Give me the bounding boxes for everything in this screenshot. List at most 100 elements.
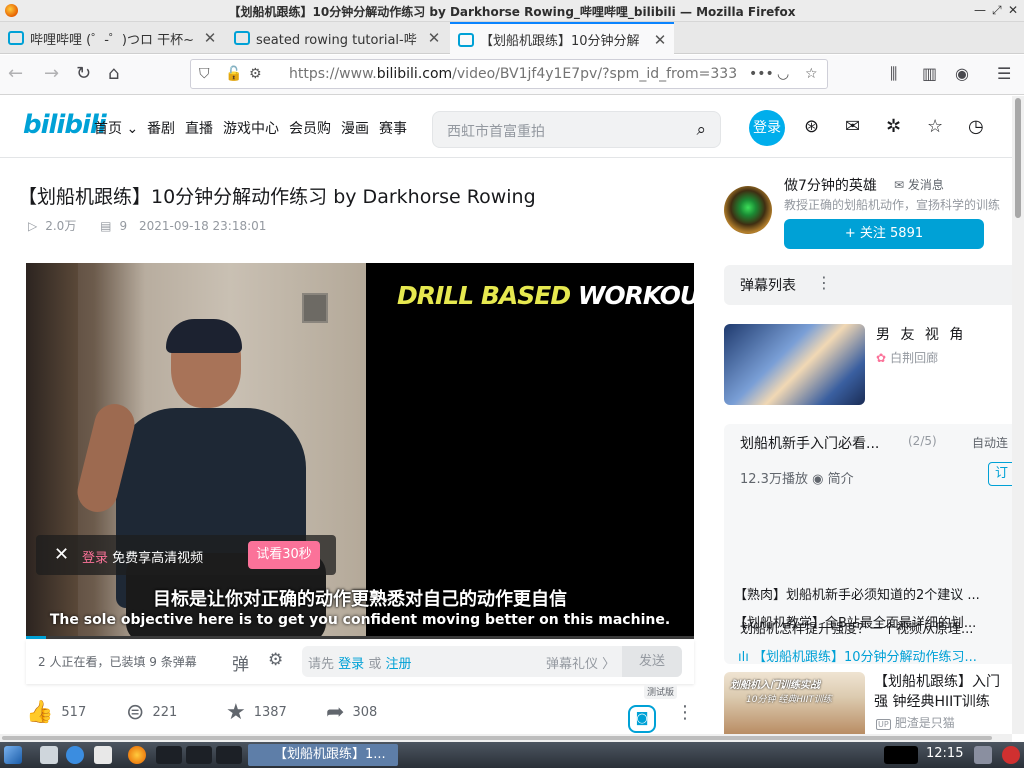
share-arrow-icon: ➦ [326, 700, 345, 725]
more-options-icon[interactable]: ⋮ [676, 702, 694, 723]
firefox-launcher-icon[interactable] [128, 746, 146, 764]
close-window-icon[interactable]: ✕ [1008, 3, 1018, 17]
search-icon[interactable]: ⌕ [696, 120, 706, 140]
close-icon[interactable]: ✕ [54, 544, 69, 565]
permissions-icon[interactable]: ⚙ [249, 66, 262, 82]
search-input[interactable]: 西虹市首富重拍 [447, 121, 545, 141]
danmaku-register-link[interactable]: 注册 [385, 657, 411, 672]
popup-text: 免费享高清视频 [112, 551, 204, 566]
recommend-title[interactable]: 【划船机跟练】入门强 钟经典HIIT训练 [874, 672, 1012, 712]
pocket-icon[interactable]: ◡ [777, 66, 789, 82]
uploader-avatar[interactable] [724, 186, 772, 234]
danmaku-bar: 2 人正在看，已装填 9 条弹幕 弹 ⚙ 请先 登录 或 注册 弹幕礼仪 〉 发… [26, 640, 694, 684]
network-icon[interactable] [974, 746, 992, 764]
collection-title[interactable]: 划船机新手入门必看... [740, 433, 879, 453]
like-button[interactable]: 👍 517 [26, 700, 86, 725]
recommend-thumbnail[interactable]: 划船机入门训练实战 10分钟 经典HIIT训练 [724, 672, 865, 734]
more-vertical-icon[interactable]: ⋮ [816, 273, 832, 292]
danmaku-input[interactable]: 请先 登录 或 注册 弹幕礼仪 〉 发送 [302, 646, 682, 677]
video-progress-bar[interactable] [26, 636, 694, 639]
danmaku-icon: ▤ [100, 219, 112, 233]
send-message-link[interactable]: ✉ 发消息 [894, 176, 944, 193]
desktop-icon[interactable] [94, 746, 112, 764]
horizontal-scrollbar[interactable] [0, 734, 1012, 742]
danmaku-login-link[interactable]: 登录 [338, 657, 364, 672]
coin-button[interactable]: ⊜ 221 [126, 700, 177, 725]
power-icon[interactable] [1002, 746, 1020, 764]
account-icon[interactable]: ◉ [955, 64, 969, 84]
search-box[interactable]: 西虹市首富重拍 ⌕ [432, 111, 721, 148]
scroll-thumb[interactable] [1015, 98, 1021, 218]
close-tab-icon[interactable]: ✕ [426, 29, 442, 47]
ad-thumbnail[interactable] [724, 324, 865, 405]
vertical-scrollbar[interactable] [1012, 96, 1024, 734]
tab-seated-rowing-search[interactable]: seated rowing tutorial-哔 ✕ [226, 22, 448, 54]
file-manager-icon[interactable] [40, 746, 58, 764]
favorite-button[interactable]: ★ 1387 [226, 700, 287, 725]
forward-icon[interactable]: → [44, 64, 59, 84]
scroll-thumb[interactable] [2, 736, 992, 740]
nav-shop[interactable]: 会员购 [289, 118, 331, 138]
web-browser-icon[interactable] [66, 746, 84, 764]
video-player[interactable]: DRILL BASED WORKOUT ✕ 登录 免费享高清视频 试看30秒 目… [26, 263, 694, 638]
url-text[interactable]: https://www.bilibili.com/video/BV1jf4y1E… [289, 66, 739, 82]
lock-icon[interactable]: 🔓 [225, 66, 242, 82]
shield-icon[interactable]: ⛉ [199, 66, 210, 82]
start-menu-icon[interactable] [4, 746, 22, 764]
playing-icon: ılı [738, 650, 749, 665]
back-icon[interactable]: ← [8, 64, 23, 84]
tab-current-video[interactable]: 【划船机跟练】10分钟分解 ✕ [450, 22, 674, 55]
collection-item[interactable]: 划船机怎样提升强度？一个视频从原理... [740, 618, 1012, 637]
uploader-name[interactable]: 做7分钟的英雄 [784, 175, 877, 195]
view-count: 2.0万 [45, 219, 77, 233]
danmaku-etiquette-link[interactable]: 弹幕礼仪 〉 [546, 653, 615, 672]
ai-assistant-icon[interactable]: ◙ [628, 705, 656, 733]
intro-link[interactable]: 简介 [828, 472, 854, 487]
ad-title[interactable]: 男 友 视 角 [876, 324, 966, 344]
menu-icon[interactable]: ☰ [997, 64, 1011, 84]
nav-game-center[interactable]: 游戏中心 [223, 118, 279, 138]
close-tab-icon[interactable]: ✕ [202, 29, 218, 47]
login-button[interactable]: 登录 [749, 110, 785, 146]
nav-home[interactable]: 首页 ⌄ [94, 118, 138, 138]
favorites-icon[interactable]: ☆ [927, 116, 943, 137]
reload-icon[interactable]: ↻ [76, 64, 91, 84]
sidebar-icon[interactable]: ▥ [922, 64, 937, 84]
history-icon[interactable]: ◷ [968, 116, 984, 137]
nav-manga[interactable]: 漫画 [341, 118, 369, 138]
workspace-3[interactable] [216, 746, 242, 764]
nav-anime[interactable]: 番剧 [147, 118, 175, 138]
follow-button[interactable]: + 关注 5891 [784, 219, 984, 249]
taskbar-firefox-task[interactable]: 【划船机跟练】1... [248, 744, 398, 766]
library-icon[interactable]: ⫼ [890, 64, 897, 84]
bookmark-star-icon[interactable]: ☆ [805, 66, 818, 82]
nav-esports[interactable]: 赛事 [379, 118, 407, 138]
recommend-uploader[interactable]: UP 肥渣是只猫 [876, 714, 955, 731]
mail-icon: ✉ [894, 178, 905, 192]
subscribe-button[interactable]: 订 [988, 462, 1012, 486]
home-icon[interactable]: ⌂ [108, 64, 119, 84]
up-badge-icon: UP [876, 719, 891, 730]
nav-live[interactable]: 直播 [185, 118, 213, 138]
vip-icon[interactable]: ⊛ [804, 116, 819, 137]
trial-button[interactable]: 试看30秒 [248, 541, 320, 569]
tab-bilibili-home[interactable]: 哔哩哔哩 (゜-゜)つロ 干杯~ ✕ [0, 22, 224, 54]
maximize-icon[interactable]: ⤢ [992, 3, 1002, 18]
danmaku-settings-icon[interactable]: ⚙ [268, 650, 283, 670]
close-tab-icon[interactable]: ✕ [652, 31, 668, 49]
send-button[interactable]: 发送 [622, 646, 682, 677]
danmaku-list-panel[interactable]: 弹幕列表 ⋮ [724, 265, 1012, 305]
dynamic-icon[interactable]: ✲ [886, 116, 901, 137]
popup-login-link[interactable]: 登录 [82, 551, 108, 566]
url-bar[interactable]: ⛉ 🔓 ⚙ https://www.bilibili.com/video/BV1… [190, 59, 828, 89]
workspace-1[interactable] [156, 746, 182, 764]
autoplay-toggle[interactable]: 自动连 [972, 434, 1008, 451]
share-button[interactable]: ➦ 308 [326, 700, 377, 725]
message-icon[interactable]: ✉ [845, 116, 860, 137]
page-actions-icon[interactable]: ••• [749, 66, 774, 82]
collection-item-current[interactable]: ılı 【划船机跟练】10分钟分解动作练习... [738, 646, 1012, 665]
minimize-icon[interactable]: — [974, 3, 986, 17]
collection-item[interactable]: 【熟肉】划船机新手必须知道的2个建议 ... [734, 584, 1012, 603]
workspace-2[interactable] [186, 746, 212, 764]
danmaku-toggle-icon[interactable]: 弹 [232, 650, 249, 675]
